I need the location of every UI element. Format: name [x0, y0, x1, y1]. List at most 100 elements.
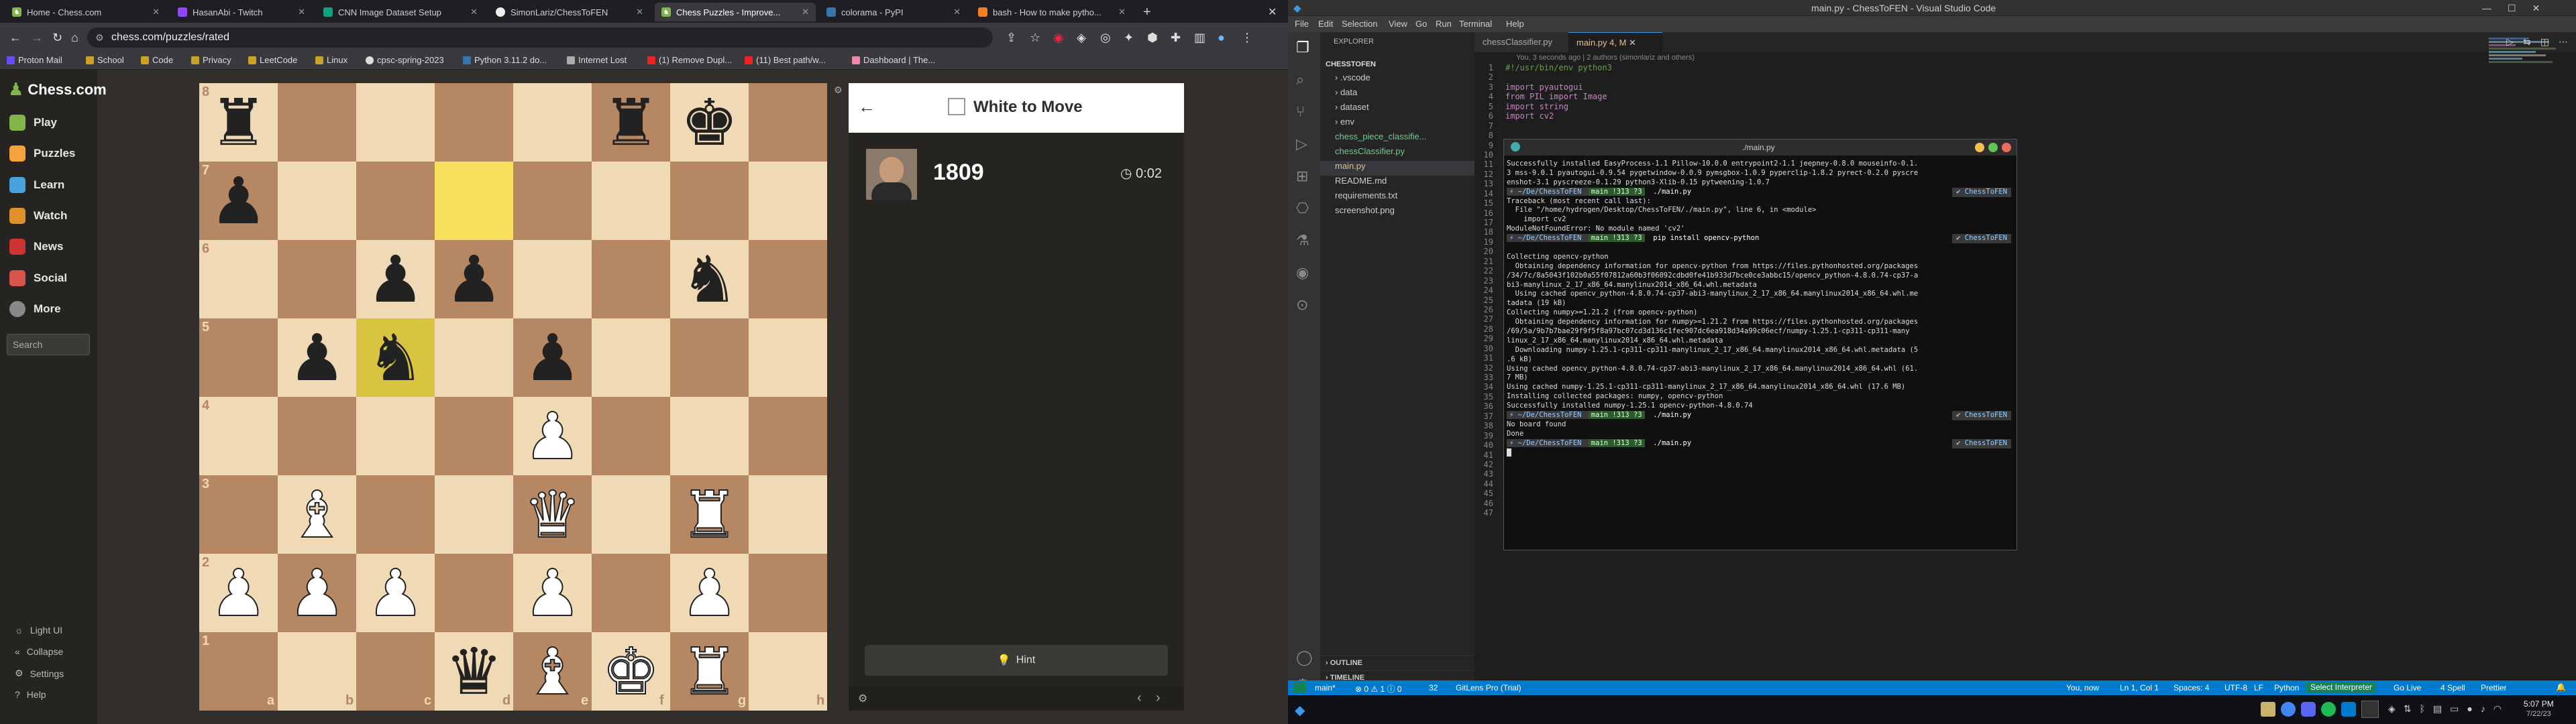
maximize-icon[interactable] [1988, 143, 1998, 152]
battery-icon[interactable]: ▭ [2450, 703, 2459, 715]
clipboard-icon[interactable]: ▤ [2433, 703, 2442, 715]
discord-icon[interactable] [2301, 702, 2316, 717]
spell-check[interactable]: 4 Spell [2440, 683, 2465, 692]
menu-file[interactable]: File [1295, 19, 1309, 29]
back-arrow-icon[interactable]: ← [9, 30, 21, 45]
microphone-icon[interactable]: ● [2467, 703, 2472, 715]
board-square[interactable] [670, 162, 749, 240]
menu-view[interactable]: View [1389, 19, 1407, 29]
board-square[interactable] [435, 397, 513, 475]
extension-icon[interactable]: ◎ [1100, 30, 1111, 45]
board-square[interactable] [670, 318, 749, 397]
bookmark-item[interactable]: (11) Best path/w... [745, 55, 826, 65]
terminal-window[interactable]: ./main.py Successfully installed EasyPro… [1503, 139, 2017, 550]
notifications-bell-icon[interactable]: 🔔 [2556, 682, 2566, 692]
black-pawn-icon[interactable]: ♟ [356, 240, 435, 318]
line-ending[interactable]: LF [2254, 683, 2263, 692]
bluetooth-icon[interactable]: ᛒ [2420, 703, 2425, 715]
white-bishop-icon[interactable]: ♝ [513, 632, 592, 711]
board-square[interactable] [356, 83, 435, 162]
chess-board[interactable]: ♜ ♜ ♚ ♟ ♟ ♟ ♞ ♟ ♞ ♟ ♟ ♝ ♛ ♜ ♟ ♟ ♟ ♟ ♟ ♛ ♝ ♚ ♜ 8 7 6 5 4 3 2 1 a b c d e f g h [199, 83, 827, 711]
black-pawn-icon[interactable]: ♟ [199, 162, 278, 240]
menu-terminal[interactable]: Terminal [1459, 19, 1492, 29]
bookmark-item[interactable]: cpsc-spring-2023 [366, 55, 444, 65]
extensions-icon[interactable]: ⊞ [1296, 168, 1308, 185]
settings-link[interactable]: ⚙ Settings [15, 668, 64, 679]
light-ui-toggle[interactable]: ☼ Light UI [15, 625, 62, 636]
extension-icon[interactable]: ⬢ [1147, 30, 1158, 45]
file-tree-item[interactable]: chessClassifier.py [1320, 146, 1474, 161]
bookmark-item[interactable]: Internet Lost [567, 55, 627, 65]
chesscom-logo[interactable]: ♟ Chess.com [8, 79, 107, 100]
white-rook-icon[interactable]: ♜ [670, 632, 749, 711]
menu-kebab-icon[interactable]: ⋮ [1241, 30, 1253, 45]
minimize-icon[interactable] [1975, 143, 1984, 152]
board-square[interactable] [278, 397, 356, 475]
remote-indicator-icon[interactable] [1293, 682, 1307, 693]
minimize-icon[interactable]: — [2482, 3, 2491, 14]
close-icon[interactable]: ✕ [2532, 3, 2540, 14]
black-knight-icon[interactable]: ♞ [356, 318, 435, 397]
bookmark-item[interactable]: LeetCode [248, 55, 297, 65]
github-icon[interactable]: ⊙ [1296, 296, 1308, 314]
board-square[interactable] [278, 83, 356, 162]
nav-puzzles[interactable]: Puzzles [9, 142, 75, 165]
board-square[interactable] [749, 397, 827, 475]
source-control-icon[interactable]: ⑂ [1296, 103, 1305, 121]
board-square[interactable] [749, 240, 827, 318]
blame-status[interactable]: You, now [2066, 683, 2099, 692]
board-square[interactable] [749, 475, 827, 554]
file-tree-item[interactable]: README.md [1320, 176, 1474, 190]
bookmark-item[interactable]: Linux [315, 55, 347, 65]
board-square[interactable] [435, 83, 513, 162]
white-pawn-icon[interactable]: ♟ [670, 554, 749, 632]
board-square[interactable] [749, 632, 827, 711]
terminal-app-icon[interactable] [2361, 701, 2379, 718]
file-tree-item[interactable]: › env [1320, 117, 1474, 131]
gamepad-icon[interactable]: ◈ [2388, 703, 2396, 715]
close-icon[interactable]: ✕ [152, 7, 160, 17]
bookmark-star-icon[interactable]: ☆ [1030, 30, 1040, 45]
menu-selection[interactable]: Selection [1342, 19, 1377, 29]
editor-tab[interactable]: chessClassifier.py [1474, 32, 1568, 52]
account-icon[interactable]: ◯ [1296, 649, 1313, 666]
bookmark-item[interactable]: Proton Mail [7, 55, 62, 65]
gear-icon[interactable]: ⚙ [858, 692, 867, 705]
gitlens-icon[interactable]: ◉ [1296, 264, 1309, 282]
bookmark-item[interactable]: Privacy [191, 55, 231, 65]
clock-date[interactable]: 7/22/23 [2526, 710, 2551, 718]
close-icon[interactable]: ✕ [802, 7, 809, 17]
white-queen-icon[interactable]: ♛ [513, 475, 592, 554]
board-square[interactable] [592, 162, 670, 240]
browser-tab[interactable]: HasanAbi - Twitch ✕ [171, 3, 312, 21]
board-square[interactable] [749, 83, 827, 162]
board-square[interactable] [749, 162, 827, 240]
extension-icon[interactable]: ◉ [1053, 30, 1064, 45]
black-pawn-icon[interactable]: ♟ [435, 240, 513, 318]
board-square[interactable] [592, 240, 670, 318]
white-king-icon[interactable]: ♚ [592, 632, 670, 711]
minimap[interactable] [2489, 36, 2568, 117]
previous-arrow-icon[interactable]: ‹ [1137, 690, 1142, 706]
address-bar[interactable]: ⚙ chess.com/puzzles/rated [87, 27, 993, 48]
gitlens-status[interactable]: GitLens Pro (Trial) [1456, 683, 1521, 692]
board-square[interactable] [670, 397, 749, 475]
indentation[interactable]: Spaces: 4 [2174, 683, 2209, 692]
browser-tab[interactable]: ♞ Home - Chess.com ✕ [5, 3, 166, 21]
white-pawn-icon[interactable]: ♟ [513, 397, 592, 475]
board-square[interactable] [356, 632, 435, 711]
network-icon[interactable]: ⇅ [2404, 703, 2412, 715]
file-tree-item[interactable]: requirements.txt [1320, 190, 1474, 205]
run-debug-icon[interactable]: ▷ [1296, 135, 1307, 153]
bookmark-item[interactable]: Dashboard | The... [852, 55, 935, 65]
menu-edit[interactable]: Edit [1318, 19, 1333, 29]
nav-watch[interactable]: Watch [9, 204, 67, 227]
sidebar-icon[interactable]: ▥ [1194, 30, 1205, 45]
white-pawn-icon[interactable]: ♟ [199, 554, 278, 632]
black-rook-icon[interactable]: ♜ [592, 83, 670, 162]
board-square[interactable] [356, 397, 435, 475]
nav-more[interactable]: More [9, 298, 61, 320]
new-tab-button[interactable]: + [1136, 3, 1157, 21]
black-pawn-icon[interactable]: ♟ [513, 318, 592, 397]
menu-go[interactable]: Go [1415, 19, 1427, 29]
